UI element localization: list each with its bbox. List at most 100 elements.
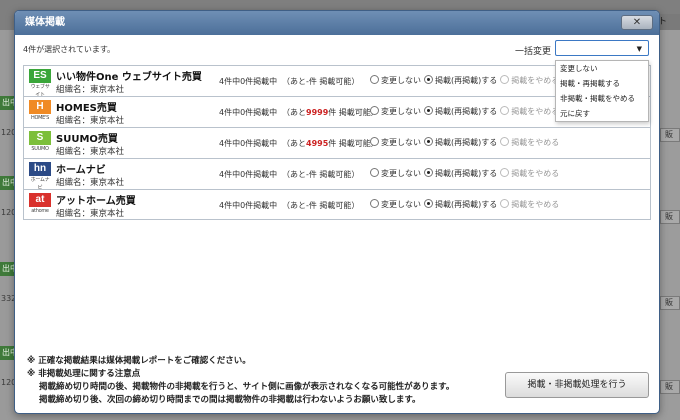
option-label: 掲載をやめる xyxy=(511,138,560,147)
option-label: 変更しない xyxy=(381,138,421,147)
remaining-prefix: （あと xyxy=(282,170,306,179)
option-label: 変更しない xyxy=(381,107,421,116)
background-button: 販 xyxy=(660,128,680,142)
dropdown-option-no-change[interactable]: 変更しない xyxy=(556,61,648,76)
radio-selected-icon[interactable] xyxy=(424,168,433,177)
option-label: 掲載(再掲載)する xyxy=(435,76,498,85)
remaining-prefix: （あと xyxy=(282,139,306,148)
publish-options: 変更しない 掲載(再掲載)する 掲載をやめる xyxy=(370,168,562,179)
radio-selected-icon[interactable] xyxy=(424,106,433,115)
option-stop-publishing: 掲載をやめる xyxy=(500,137,559,148)
process-publish-button[interactable]: 掲載・非掲載処理を行う xyxy=(505,372,649,398)
radio-icon[interactable] xyxy=(370,75,379,84)
option-label: 掲載(再掲載)する xyxy=(435,107,498,116)
radio-selected-icon[interactable] xyxy=(424,75,433,84)
option-stop-publishing: 掲載をやめる xyxy=(500,199,559,210)
publish-count: 4件中0件掲載中 xyxy=(219,108,278,117)
remaining-capacity: （あと-件 掲載可能） xyxy=(282,169,359,180)
site-logo-badge: hn xyxy=(29,162,51,176)
bulk-change-select[interactable]: ▼ xyxy=(555,40,649,56)
media-publish-dialog: 媒体掲載 ✕ 4件が選択されています。 一括変更 ▼ ES ウェブサイト いい物件O… xyxy=(14,10,660,414)
publish-count: 4件中0件掲載中 xyxy=(219,170,278,179)
option-no-change[interactable]: 変更しない xyxy=(370,199,421,210)
publish-count: 4件中0件掲載中 xyxy=(219,139,278,148)
option-no-change[interactable]: 変更しない xyxy=(370,106,421,117)
option-label: 掲載をやめる xyxy=(511,200,560,209)
radio-disabled-icon xyxy=(500,168,510,177)
option-stop-publishing: 掲載をやめる xyxy=(500,168,559,179)
option-stop-publishing: 掲載をやめる xyxy=(500,75,559,86)
remaining-capacity: （あと4995件 掲載可能） xyxy=(282,138,379,149)
radio-selected-icon[interactable] xyxy=(424,199,433,208)
note-line: ※ 正確な掲載結果は媒体掲載レポートをご確認ください。 xyxy=(27,356,251,366)
option-stop-publishing: 掲載をやめる xyxy=(500,106,559,117)
dropdown-option-revert[interactable]: 元に戻す xyxy=(556,106,648,121)
media-site-row: at athome アットホーム売買 組織名：東京本社 4件中0件掲載中 （あと-件 掲載… xyxy=(23,189,651,220)
radio-icon[interactable] xyxy=(370,137,379,146)
organization-name: 組織名：東京本社 xyxy=(56,116,125,126)
close-button[interactable]: ✕ xyxy=(621,15,653,30)
dropdown-option-publish[interactable]: 掲載・再掲載する xyxy=(556,76,648,91)
option-no-change[interactable]: 変更しない xyxy=(370,137,421,148)
organization-name: 組織名：東京本社 xyxy=(56,147,125,157)
publish-options: 変更しない 掲載(再掲載)する 掲載をやめる xyxy=(370,199,562,210)
option-publish[interactable]: 掲載(再掲載)する xyxy=(424,137,497,148)
media-site-row: S SUUMO SUUMO売買 組織名：東京本社 4件中0件掲載中 （あと4995件 掲載… xyxy=(23,127,651,158)
option-no-change[interactable]: 変更しない xyxy=(370,75,421,86)
selected-count-text: 4件が選択されています。 xyxy=(23,45,116,54)
site-logo-badge: S xyxy=(29,131,51,145)
remaining-capacity: （あと9999件 掲載可能） xyxy=(282,107,379,118)
media-site-row: hn ホームナビ ホームナビ 組織名：東京本社 4件中0件掲載中 （あと-件 掲載可能） 変… xyxy=(23,158,651,191)
dropdown-option-unpublish[interactable]: 非掲載・掲載をやめる xyxy=(556,91,648,106)
remaining-capacity: （あと-件 掲載可能） xyxy=(282,200,359,211)
publish-options: 変更しない 掲載(再掲載)する 掲載をやめる xyxy=(370,106,562,117)
radio-disabled-icon xyxy=(500,199,510,208)
site-logo-caption: SUUMO xyxy=(31,146,49,152)
note-line: 掲載締め切り時間の後、掲載物件の非掲載を行うと、サイト側に画像が表示されなくなる… xyxy=(39,382,455,392)
site-name: いい物件One ウェブサイト売買 xyxy=(56,72,202,83)
background-button: 販 xyxy=(660,380,680,394)
site-logo-caption: HOME'S xyxy=(31,115,49,121)
publish-count: 4件中0件掲載中 xyxy=(219,201,278,210)
remaining-suffix: 件 掲載可能） xyxy=(308,77,360,86)
radio-disabled-icon xyxy=(500,137,510,146)
option-publish[interactable]: 掲載(再掲載)する xyxy=(424,199,497,210)
site-logo-badge: at xyxy=(29,193,51,207)
option-publish[interactable]: 掲載(再掲載)する xyxy=(424,75,497,86)
bulk-change-dropdown: 変更しない 掲載・再掲載する 非掲載・掲載をやめる 元に戻す xyxy=(555,60,649,122)
site-logo: S SUUMO xyxy=(29,131,51,155)
option-label: 掲載をやめる xyxy=(511,169,560,178)
notes-section: ※ 正確な掲載結果は媒体掲載レポートをご確認ください。 ※ 非掲載処理に関する注… xyxy=(27,355,454,407)
site-logo: ES ウェブサイト xyxy=(29,69,51,98)
option-publish[interactable]: 掲載(再掲載)する xyxy=(424,106,497,117)
radio-disabled-icon xyxy=(500,106,510,115)
dialog-titlebar: 媒体掲載 ✕ xyxy=(15,11,659,35)
organization-name: 組織名：東京本社 xyxy=(56,209,125,219)
chevron-down-icon: ▼ xyxy=(636,45,642,53)
site-name: SUUMO売買 xyxy=(56,134,118,145)
remaining-number: 4995 xyxy=(306,139,329,148)
site-logo-badge: ES xyxy=(29,69,51,83)
remaining-suffix: 件 掲載可能） xyxy=(308,201,360,210)
organization-name: 組織名：東京本社 xyxy=(56,178,125,188)
option-label: 変更しない xyxy=(381,169,421,178)
radio-icon[interactable] xyxy=(370,168,379,177)
radio-icon[interactable] xyxy=(370,106,379,115)
option-label: 掲載をやめる xyxy=(511,76,560,85)
site-name: HOMES売買 xyxy=(56,103,117,114)
radio-selected-icon[interactable] xyxy=(424,137,433,146)
site-name: ホームナビ xyxy=(56,165,106,176)
radio-icon[interactable] xyxy=(370,199,379,208)
dialog-title: 媒体掲載 xyxy=(25,17,65,28)
site-logo: at athome xyxy=(29,193,51,217)
option-label: 掲載(再掲載)する xyxy=(435,138,498,147)
option-publish[interactable]: 掲載(再掲載)する xyxy=(424,168,497,179)
site-logo-caption: athome xyxy=(31,208,49,214)
publish-options: 変更しない 掲載(再掲載)する 掲載をやめる xyxy=(370,137,562,148)
option-no-change[interactable]: 変更しない xyxy=(370,168,421,179)
remaining-prefix: （あと xyxy=(282,77,306,86)
background-button: 販 xyxy=(660,296,680,310)
option-label: 変更しない xyxy=(381,76,421,85)
publish-options: 変更しない 掲載(再掲載)する 掲載をやめる xyxy=(370,75,562,86)
remaining-capacity: （あと-件 掲載可能） xyxy=(282,76,359,87)
